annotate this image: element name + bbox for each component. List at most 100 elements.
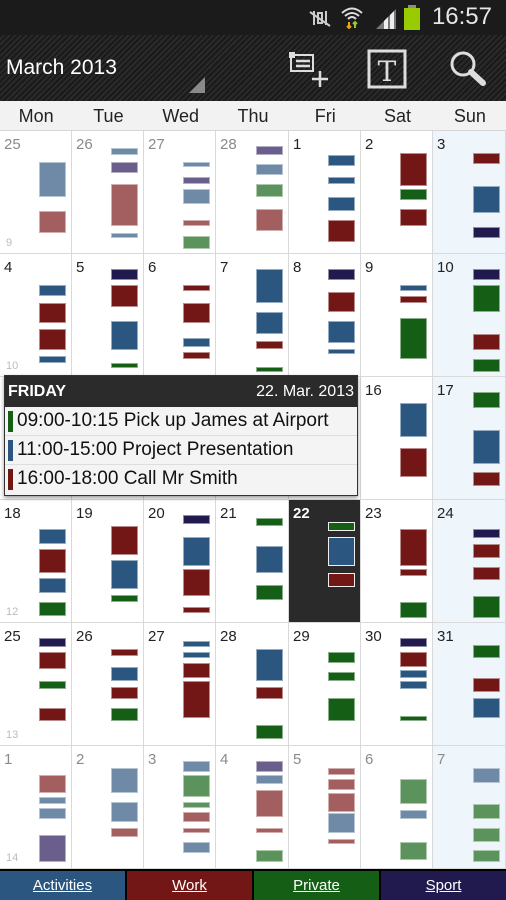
event-bar[interactable] [256, 827, 283, 834]
event-bar[interactable] [328, 572, 355, 588]
day-cell[interactable]: 5 [72, 254, 144, 377]
event-bar[interactable] [39, 708, 66, 722]
event-bar[interactable] [183, 827, 210, 834]
day-cell[interactable]: 26 [72, 131, 144, 254]
event-bar[interactable] [328, 697, 355, 722]
event-bar[interactable] [328, 176, 355, 184]
day-cell[interactable]: 10 [433, 254, 506, 377]
day-cell[interactable]: 6 [361, 746, 433, 869]
popup-event[interactable]: 16:00-18:00 Call Mr Smith [5, 465, 357, 494]
month-selector[interactable]: March 2013 [6, 56, 117, 80]
text-view-icon[interactable]: T [366, 47, 410, 91]
event-bar[interactable] [473, 567, 500, 580]
event-bar[interactable] [183, 303, 210, 324]
event-bar[interactable] [111, 147, 138, 155]
day-cell[interactable]: 19 [72, 500, 144, 623]
event-bar[interactable] [183, 176, 210, 184]
event-bar[interactable] [473, 827, 500, 843]
event-bar[interactable] [256, 789, 283, 817]
event-bar[interactable] [39, 601, 66, 617]
event-bar[interactable] [111, 648, 138, 656]
day-cell[interactable]: 7 [216, 254, 289, 377]
day-cell[interactable]: 9 [361, 254, 433, 377]
event-bar[interactable] [400, 681, 427, 689]
event-bar[interactable] [256, 545, 283, 573]
event-bar[interactable] [473, 185, 500, 213]
event-bar[interactable] [473, 391, 500, 409]
event-bar[interactable] [111, 232, 138, 239]
day-cell[interactable]: 27 [144, 623, 216, 746]
event-bar[interactable] [183, 802, 210, 808]
day-cell[interactable]: 30 [361, 623, 433, 746]
event-bar[interactable] [473, 768, 500, 783]
event-bar[interactable] [473, 268, 500, 280]
day-cell[interactable]: 17 [433, 377, 506, 500]
event-bar[interactable] [473, 359, 500, 373]
event-bar[interactable] [111, 594, 138, 602]
day-preview-popup[interactable]: FRIDAY 22. Mar. 2013 09:00-10:15 Pick up… [4, 375, 358, 496]
event-bar[interactable] [183, 162, 210, 168]
event-bar[interactable] [39, 681, 66, 689]
event-bar[interactable] [183, 569, 210, 597]
event-bar[interactable] [111, 363, 138, 369]
day-cell[interactable]: 20 [144, 500, 216, 623]
event-bar[interactable] [256, 312, 283, 334]
event-bar[interactable] [400, 809, 427, 819]
category-private-button[interactable]: Private [254, 871, 379, 900]
event-bar[interactable] [400, 447, 427, 477]
event-bar[interactable] [328, 778, 355, 790]
event-bar[interactable] [400, 153, 427, 186]
event-bar[interactable] [328, 154, 355, 166]
event-bar[interactable] [473, 596, 500, 619]
event-bar[interactable] [328, 522, 355, 532]
popup-event[interactable]: 11:00-15:00 Project Presentation [5, 436, 357, 465]
search-icon[interactable] [446, 47, 490, 91]
day-cell[interactable]: 24 [433, 500, 506, 623]
event-bar[interactable] [183, 775, 210, 797]
event-bar[interactable] [473, 285, 500, 313]
event-bar[interactable] [328, 220, 355, 242]
category-work-button[interactable]: Work [127, 871, 252, 900]
event-bar[interactable] [400, 285, 427, 291]
event-bar[interactable] [400, 402, 427, 438]
day-cell[interactable]: 31 [433, 623, 506, 746]
day-cell[interactable]: 2 [72, 746, 144, 869]
day-cell[interactable]: 21 [216, 500, 289, 623]
event-bar[interactable] [256, 518, 283, 526]
event-bar[interactable] [256, 145, 283, 155]
day-cell[interactable]: 18 12 [0, 500, 72, 623]
event-bar[interactable] [328, 348, 355, 354]
event-bar[interactable] [328, 652, 355, 664]
event-bar[interactable] [256, 366, 283, 373]
event-bar[interactable] [256, 648, 283, 682]
event-bar[interactable] [39, 328, 66, 351]
day-cell[interactable]: 6 [144, 254, 216, 377]
event-bar[interactable] [256, 341, 283, 349]
event-bar[interactable] [400, 670, 427, 678]
new-event-icon[interactable] [288, 47, 332, 91]
event-bar[interactable] [111, 321, 138, 351]
day-cell[interactable]: 25 9 [0, 131, 72, 254]
event-bar[interactable] [111, 162, 138, 173]
event-bar[interactable] [256, 686, 283, 700]
event-bar[interactable] [328, 813, 355, 834]
day-cell[interactable]: 4 [216, 746, 289, 869]
event-bar[interactable] [400, 842, 427, 861]
day-cell[interactable]: 28 [216, 131, 289, 254]
day-cell[interactable]: 27 [144, 131, 216, 254]
event-bar[interactable] [328, 196, 355, 211]
event-bar[interactable] [111, 560, 138, 590]
event-bar[interactable] [39, 835, 66, 863]
event-bar[interactable] [328, 268, 355, 280]
event-bar[interactable] [473, 429, 500, 465]
event-bar[interactable] [39, 775, 66, 794]
day-cell[interactable]: 3 [144, 746, 216, 869]
event-bar[interactable] [328, 672, 355, 682]
event-bar[interactable] [183, 220, 210, 226]
event-bar[interactable] [183, 681, 210, 718]
event-bar[interactable] [183, 607, 210, 613]
event-bar[interactable] [400, 601, 427, 619]
event-bar[interactable] [39, 549, 66, 573]
event-bar[interactable] [473, 334, 500, 351]
event-bar[interactable] [473, 697, 500, 718]
